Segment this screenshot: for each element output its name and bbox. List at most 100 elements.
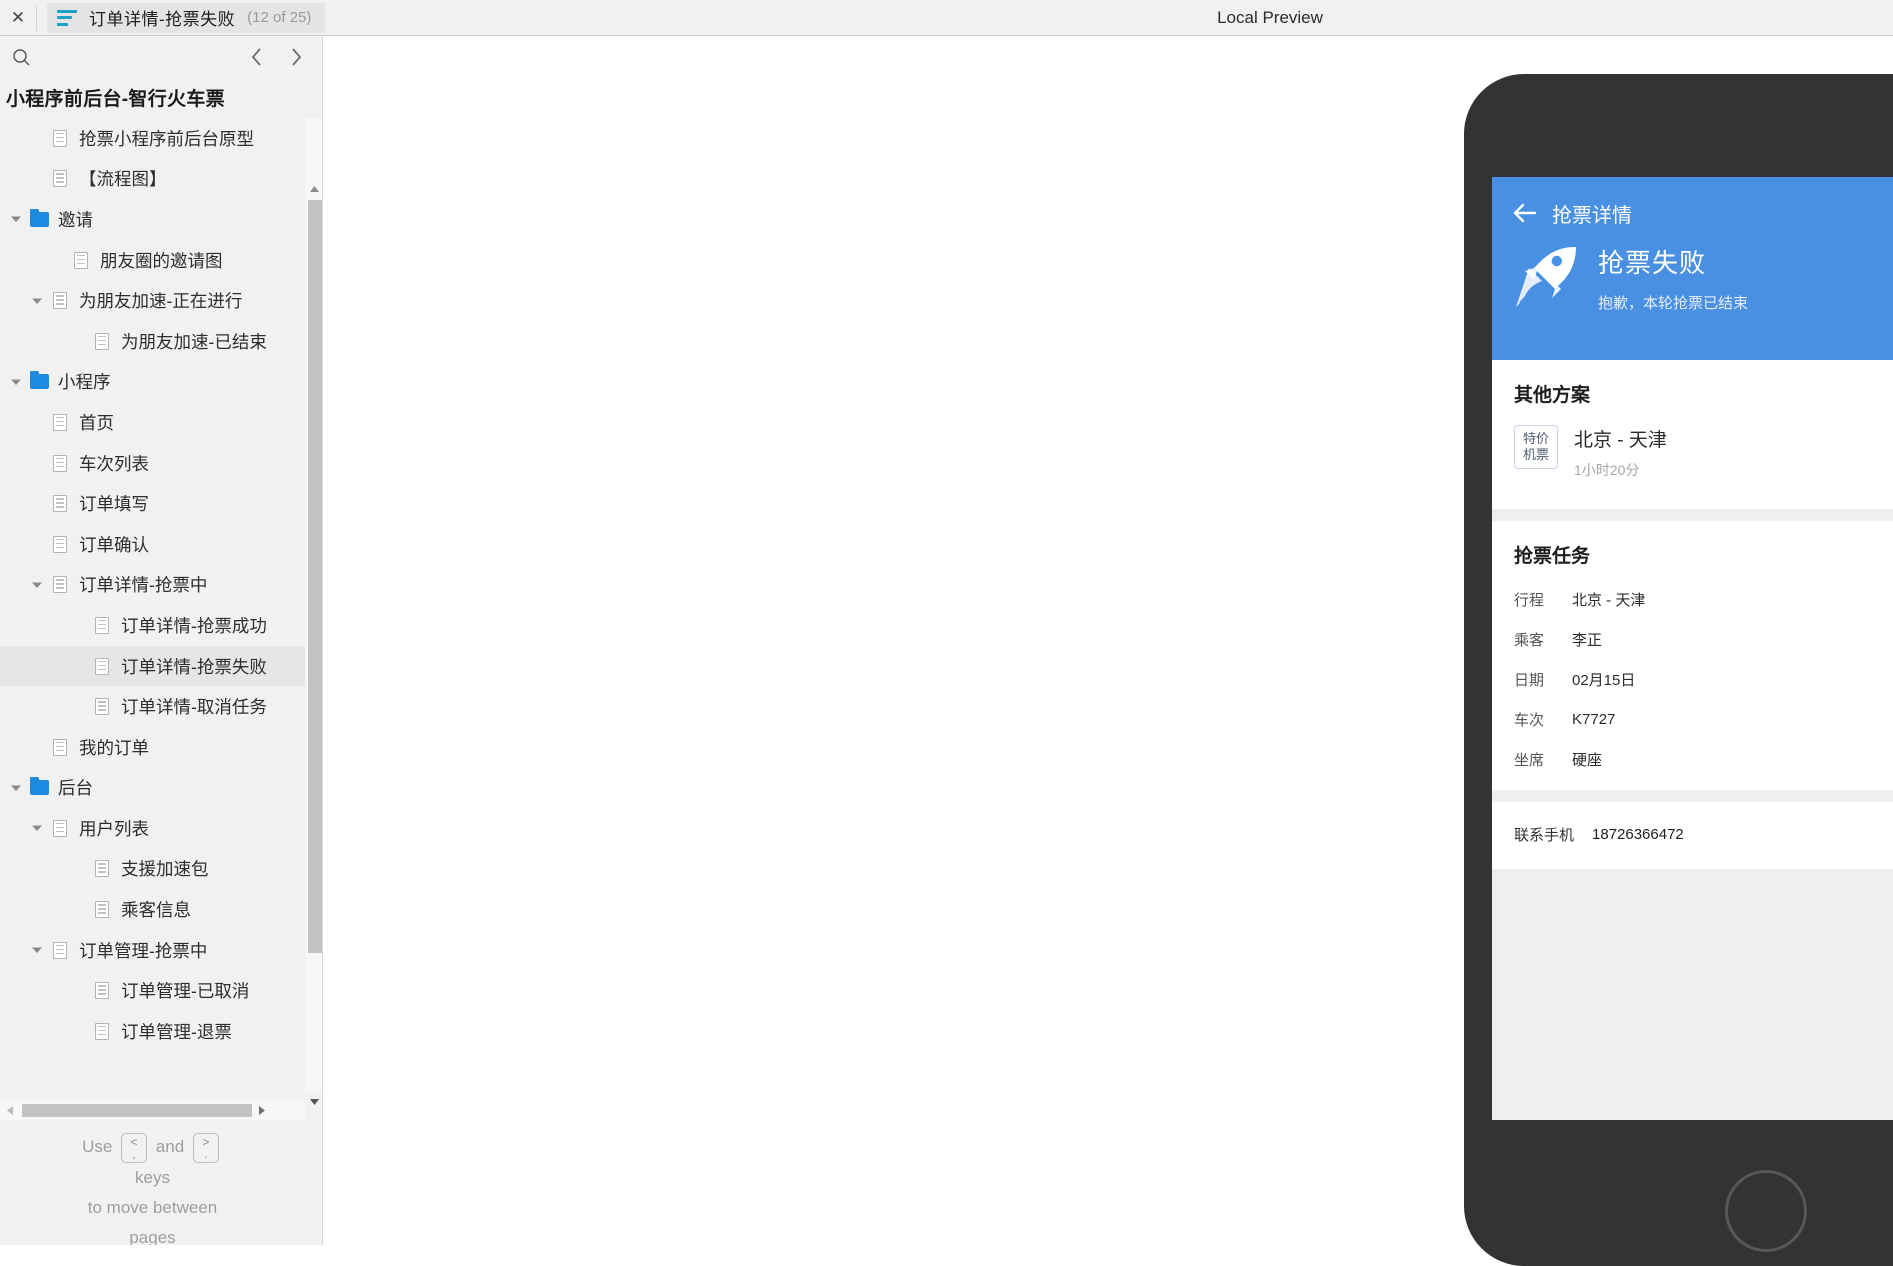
phone-frame: 抢票详情 抢票失败 抱歉，本轮抢票已结束 其他方案 特价 机票 北京 - 天津 … bbox=[1464, 74, 1893, 1266]
ticket-task-title: 抢票任务 bbox=[1514, 546, 1591, 567]
page-icon bbox=[49, 737, 71, 757]
tab-page-count: (12 of 25) bbox=[247, 9, 312, 26]
tree-item[interactable]: 【流程图】 bbox=[0, 159, 305, 200]
phone-screen: 抢票详情 抢票失败 抱歉，本轮抢票已结束 其他方案 特价 机票 北京 - 天津 … bbox=[1492, 177, 1893, 1120]
tree-item[interactable]: 订单详情-抢票中 bbox=[0, 565, 305, 606]
task-row-label: 车次 bbox=[1514, 711, 1545, 729]
alternative-plan-info: 北京 - 天津 1小时20分 bbox=[1574, 425, 1667, 480]
app-header: 抢票详情 抢票失败 抱歉，本轮抢票已结束 bbox=[1492, 177, 1893, 360]
menu-icon[interactable] bbox=[57, 9, 77, 26]
tree-item[interactable]: 订单确认 bbox=[0, 524, 305, 565]
scroll-down-icon[interactable] bbox=[305, 1093, 322, 1111]
close-icon[interactable]: ✕ bbox=[0, 0, 36, 36]
scroll-left-icon[interactable] bbox=[0, 1100, 20, 1120]
page-icon bbox=[49, 494, 71, 514]
tree-item-label: 订单详情-抢票失败 bbox=[121, 656, 267, 677]
active-tab[interactable]: 订单详情-抢票失败 (12 of 25) bbox=[47, 2, 326, 33]
tree-item-label: 订单确认 bbox=[79, 534, 149, 555]
tree-horizontal-scrollbar[interactable] bbox=[0, 1100, 305, 1120]
tree-item[interactable]: 订单详情-抢票成功 bbox=[0, 605, 305, 646]
page-icon bbox=[91, 656, 113, 676]
alternative-plan-row[interactable]: 特价 机票 北京 - 天津 1小时20分 ￥ 2637.9 首单立减30元 bbox=[1514, 425, 1893, 487]
scroll-right-icon[interactable] bbox=[252, 1100, 272, 1120]
tree-item[interactable]: 乘客信息 bbox=[0, 889, 305, 930]
chevron-down-icon[interactable] bbox=[8, 780, 24, 796]
task-row[interactable]: 坐席硬座多选 bbox=[1514, 746, 1893, 772]
alternative-plan-card: 其他方案 特价 机票 北京 - 天津 1小时20分 ￥ 2637.9 首单立减3… bbox=[1492, 360, 1893, 509]
page-icon bbox=[91, 900, 113, 920]
chevron-down-icon[interactable] bbox=[29, 577, 45, 593]
tree-item[interactable]: 为朋友加速-正在进行 bbox=[0, 280, 305, 321]
search-icon[interactable] bbox=[6, 42, 36, 72]
tree-item[interactable]: 朋友圈的邀请图 bbox=[0, 240, 305, 281]
tree-item-label: 订单管理-已取消 bbox=[121, 981, 250, 1002]
prev-key-cap: < , bbox=[121, 1132, 148, 1163]
task-row: 行程 北京 - 天津 bbox=[1514, 586, 1893, 612]
task-row-label: 行程 bbox=[1514, 591, 1545, 609]
tree-item[interactable]: 车次列表 bbox=[0, 443, 305, 484]
folder-icon bbox=[28, 208, 50, 229]
page-tree: 抢票小程序前后台原型 【流程图】邀请朋友圈的邀请图为朋友加速-正在进行为朋友加速-… bbox=[0, 118, 305, 1093]
tree-item[interactable]: 订单管理-抢票中 bbox=[0, 930, 305, 971]
tree-item-label: 邀请 bbox=[58, 209, 93, 230]
navbar-title: 抢票详情 bbox=[1552, 204, 1632, 227]
tree-item[interactable]: 订单管理-已取消 bbox=[0, 970, 305, 1011]
card-separator bbox=[1492, 790, 1893, 802]
tree-item[interactable]: 订单填写 bbox=[0, 483, 305, 524]
chevron-down-icon[interactable] bbox=[8, 211, 24, 227]
rocket-icon bbox=[1516, 247, 1576, 307]
back-arrow-icon[interactable] bbox=[1512, 200, 1538, 226]
page-icon bbox=[49, 940, 71, 960]
prev-key-bottom: , bbox=[132, 1146, 136, 1161]
tree-item[interactable]: 抢票小程序前后台原型 bbox=[0, 118, 305, 159]
tree-item-label: 我的订单 bbox=[79, 737, 149, 758]
page-icon bbox=[49, 534, 71, 554]
task-row[interactable]: 车次K7727多选 bbox=[1514, 706, 1893, 732]
page-icon bbox=[49, 128, 71, 148]
tree-item-label: 车次列表 bbox=[79, 453, 149, 474]
task-row[interactable]: 日期02月15日多选 bbox=[1514, 666, 1893, 692]
page-icon bbox=[91, 981, 113, 1001]
tree-item[interactable]: 为朋友加速-已结束 bbox=[0, 321, 305, 362]
tree-item[interactable]: 订单管理-退票 bbox=[0, 1011, 305, 1052]
page-icon bbox=[49, 169, 71, 189]
tree-item[interactable]: 小程序 bbox=[0, 362, 305, 403]
home-button[interactable] bbox=[1725, 1170, 1807, 1252]
page-icon bbox=[91, 1021, 113, 1041]
chevron-down-icon[interactable] bbox=[29, 293, 45, 309]
page-icon bbox=[91, 697, 113, 717]
status-subtitle: 抱歉，本轮抢票已结束 bbox=[1598, 295, 1749, 312]
tree-item[interactable]: 我的订单 bbox=[0, 727, 305, 768]
tree-item-label: 支援加速包 bbox=[121, 859, 209, 880]
tree-item[interactable]: 用户列表 bbox=[0, 808, 305, 849]
alternative-plan-title: 其他方案 bbox=[1514, 385, 1591, 406]
page-icon bbox=[49, 291, 71, 311]
tree-item[interactable]: 后台 bbox=[0, 768, 305, 809]
tree-scroll-thumb[interactable] bbox=[308, 200, 322, 953]
tree-hscroll-thumb[interactable] bbox=[22, 1103, 252, 1117]
status-title: 抢票失败 bbox=[1598, 248, 1707, 278]
prev-page-icon[interactable] bbox=[247, 46, 265, 68]
chevron-down-icon[interactable] bbox=[29, 942, 45, 958]
scroll-up-icon[interactable] bbox=[305, 180, 322, 198]
page-icon bbox=[49, 412, 71, 432]
tree-item-label: 用户列表 bbox=[79, 818, 149, 839]
app-navbar: 抢票详情 bbox=[1492, 191, 1893, 235]
next-page-icon[interactable] bbox=[287, 46, 305, 68]
tree-item[interactable]: 首页 bbox=[0, 402, 305, 443]
chevron-down-icon[interactable] bbox=[29, 820, 45, 836]
tree-item[interactable]: 邀请 bbox=[0, 199, 305, 240]
contact-phone-value: 18726366472 bbox=[1592, 826, 1684, 843]
tree-item-label: 订单详情-取消任务 bbox=[121, 697, 267, 718]
tree-item-label: 为朋友加速-正在进行 bbox=[79, 291, 243, 312]
chevron-down-icon[interactable] bbox=[8, 374, 24, 390]
tree-item-label: 订单填写 bbox=[79, 494, 149, 515]
tree-item-label: 订单管理-抢票中 bbox=[79, 940, 208, 961]
tree-item[interactable]: 订单详情-取消任务 bbox=[0, 686, 305, 727]
page-icon bbox=[49, 575, 71, 595]
task-row-label: 坐席 bbox=[1514, 751, 1545, 769]
page-icon bbox=[49, 453, 71, 473]
tree-item[interactable]: 支援加速包 bbox=[0, 849, 305, 890]
tree-item[interactable]: 订单详情-抢票失败 bbox=[0, 645, 305, 687]
tree-vertical-scrollbar[interactable] bbox=[305, 118, 322, 1105]
